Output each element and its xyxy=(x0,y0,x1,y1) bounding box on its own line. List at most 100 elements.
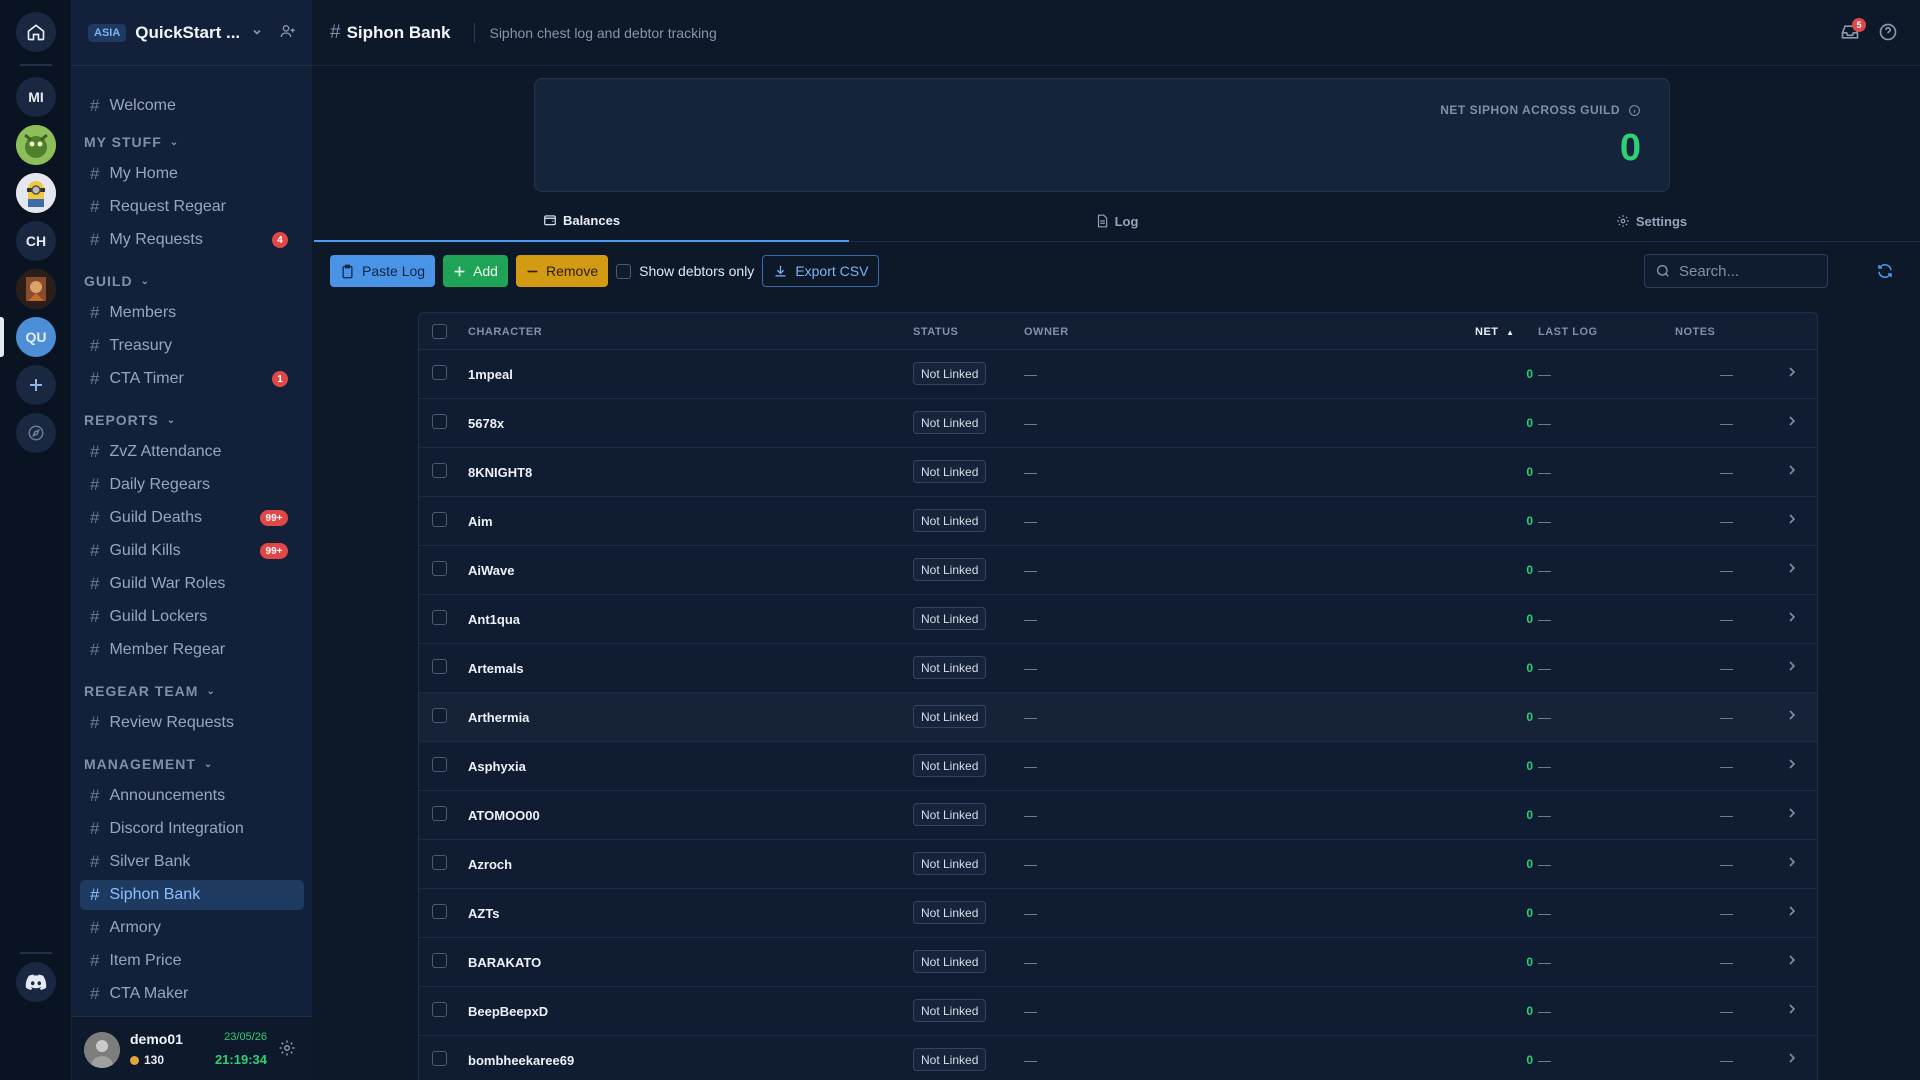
row-checkbox[interactable] xyxy=(432,1002,447,1017)
table-row[interactable]: Asphyxia Not Linked — 0 — — xyxy=(419,742,1817,791)
add-server-button[interactable] xyxy=(16,365,56,405)
table-row[interactable]: AiWave Not Linked — 0 — — xyxy=(419,546,1817,595)
chevron-right-icon[interactable] xyxy=(1786,709,1798,724)
column-owner[interactable]: OWNER xyxy=(1024,326,1069,338)
sidebar-item-zvz-attendance[interactable]: # ZvZ Attendance xyxy=(80,437,304,467)
sidebar-item-daily-regears[interactable]: # Daily Regears xyxy=(80,470,304,500)
sidebar-item-item-price[interactable]: # Item Price xyxy=(80,946,304,976)
column-last-log[interactable]: LAST LOG xyxy=(1538,326,1598,338)
export-csv-button[interactable]: Export CSV xyxy=(762,255,880,287)
help-button[interactable] xyxy=(1878,22,1898,47)
refresh-button[interactable] xyxy=(1876,262,1894,285)
row-checkbox[interactable] xyxy=(432,463,447,478)
row-checkbox[interactable] xyxy=(432,904,447,919)
section-regear-team[interactable]: REGEAR TEAM ⌄ xyxy=(84,683,216,699)
info-icon[interactable] xyxy=(1628,104,1641,117)
debtors-filter[interactable]: Show debtors only xyxy=(616,263,754,279)
section-guild[interactable]: GUILD ⌄ xyxy=(84,273,150,289)
chevron-right-icon[interactable] xyxy=(1786,562,1798,577)
table-row[interactable]: AZTs Not Linked — 0 — — xyxy=(419,889,1817,938)
guild-header[interactable]: ASIA QuickStart ... xyxy=(72,0,312,66)
sidebar-item-announcements[interactable]: # Announcements xyxy=(80,781,304,811)
column-status[interactable]: STATUS xyxy=(913,326,958,338)
sidebar-item-armory[interactable]: # Armory xyxy=(80,913,304,943)
sidebar-item-siphon-bank[interactable]: # Siphon Bank xyxy=(80,880,304,910)
sidebar-item-welcome[interactable]: # Welcome xyxy=(80,91,304,121)
chevron-right-icon[interactable] xyxy=(1786,856,1798,871)
chevron-right-icon[interactable] xyxy=(1786,905,1798,920)
table-row[interactable]: 5678x Not Linked — 0 — — xyxy=(419,399,1817,448)
row-checkbox[interactable] xyxy=(432,659,447,674)
server-avatar-minion[interactable] xyxy=(16,173,56,213)
table-row[interactable]: Aim Not Linked — 0 — — xyxy=(419,497,1817,546)
row-checkbox[interactable] xyxy=(432,708,447,723)
sidebar-item-silver-bank[interactable]: # Silver Bank xyxy=(80,847,304,877)
row-checkbox[interactable] xyxy=(432,512,447,527)
column-notes[interactable]: NOTES xyxy=(1675,326,1715,338)
section-reports[interactable]: REPORTS ⌄ xyxy=(84,412,176,428)
table-row[interactable]: 1mpeal Not Linked — 0 — — xyxy=(419,350,1817,399)
row-checkbox[interactable] xyxy=(432,757,447,772)
sidebar-item-treasury[interactable]: # Treasury xyxy=(80,331,304,361)
row-checkbox[interactable] xyxy=(432,561,447,576)
sidebar-item-member-regear[interactable]: # Member Regear xyxy=(80,635,304,665)
paste-log-button[interactable]: Paste Log xyxy=(330,255,436,287)
sidebar-item-guild-lockers[interactable]: # Guild Lockers xyxy=(80,602,304,632)
chevron-right-icon[interactable] xyxy=(1786,1052,1798,1067)
row-checkbox[interactable] xyxy=(432,610,447,625)
discord-button[interactable] xyxy=(16,962,56,1002)
column-net[interactable]: NET ▲ xyxy=(1475,326,1514,338)
chevron-right-icon[interactable] xyxy=(1786,513,1798,528)
sidebar-item-members[interactable]: # Members xyxy=(80,298,304,328)
sidebar-item-discord-integration[interactable]: # Discord Integration xyxy=(80,814,304,844)
table-row[interactable]: 8KNIGHT8 Not Linked — 0 — — xyxy=(419,448,1817,497)
section-my-stuff[interactable]: MY STUFF ⌄ xyxy=(84,134,179,150)
server-avatar-dragon[interactable] xyxy=(16,125,56,165)
sidebar-item-my-requests[interactable]: # My Requests 4 xyxy=(80,225,304,255)
row-checkbox[interactable] xyxy=(432,365,447,380)
select-all-checkbox[interactable] xyxy=(432,324,447,339)
add-user-icon[interactable] xyxy=(280,23,296,44)
chevron-right-icon[interactable] xyxy=(1786,611,1798,626)
row-checkbox[interactable] xyxy=(432,806,447,821)
chevron-right-icon[interactable] xyxy=(1786,366,1798,381)
explore-button[interactable] xyxy=(16,413,56,453)
table-row[interactable]: BeepBeepxD Not Linked — 0 — — xyxy=(419,987,1817,1036)
chevron-right-icon[interactable] xyxy=(1786,758,1798,773)
table-row[interactable]: Ant1qua Not Linked — 0 — — xyxy=(419,595,1817,644)
chevron-right-icon[interactable] xyxy=(1786,415,1798,430)
sidebar-item-guild-war-roles[interactable]: # Guild War Roles xyxy=(80,569,304,599)
search-box[interactable] xyxy=(1644,254,1828,288)
server-ch[interactable]: CH xyxy=(16,221,56,261)
table-row[interactable]: Arthermia Not Linked — 0 — — xyxy=(419,693,1817,742)
server-avatar-warrior[interactable] xyxy=(16,269,56,309)
table-row[interactable]: bombheekaree69 Not Linked — 0 — — xyxy=(419,1036,1817,1080)
tab-log[interactable]: Log xyxy=(849,200,1384,242)
sidebar-item-cta-timer[interactable]: # CTA Timer 1 xyxy=(80,364,304,394)
sidebar-item-cta-maker[interactable]: # CTA Maker xyxy=(80,979,304,1009)
server-qu[interactable]: QU xyxy=(16,317,56,357)
home-button[interactable] xyxy=(16,12,56,52)
server-mi[interactable]: MI xyxy=(16,77,56,117)
sidebar-item-guild-deaths[interactable]: # Guild Deaths 99+ xyxy=(80,503,304,533)
search-input[interactable] xyxy=(1679,262,1819,280)
sidebar-item-guild-kills[interactable]: # Guild Kills 99+ xyxy=(80,536,304,566)
section-management[interactable]: MANAGEMENT ⌄ xyxy=(84,756,213,772)
chevron-right-icon[interactable] xyxy=(1786,660,1798,675)
avatar[interactable] xyxy=(84,1032,120,1068)
sidebar-item-review-requests[interactable]: # Review Requests xyxy=(80,708,304,738)
gear-icon[interactable] xyxy=(278,1039,296,1062)
table-row[interactable]: Azroch Not Linked — 0 — — xyxy=(419,840,1817,889)
sidebar-item-my-home[interactable]: # My Home xyxy=(80,159,304,189)
row-checkbox[interactable] xyxy=(432,1051,447,1066)
row-checkbox[interactable] xyxy=(432,414,447,429)
notifications-button[interactable]: 5 xyxy=(1840,18,1866,47)
debtors-checkbox[interactable] xyxy=(616,263,632,279)
row-checkbox[interactable] xyxy=(432,953,447,968)
row-checkbox[interactable] xyxy=(432,855,447,870)
add-button[interactable]: Add xyxy=(443,255,508,287)
chevron-right-icon[interactable] xyxy=(1786,464,1798,479)
remove-button[interactable]: Remove xyxy=(515,255,609,287)
chevron-right-icon[interactable] xyxy=(1786,1003,1798,1018)
tab-settings[interactable]: Settings xyxy=(1384,200,1919,242)
